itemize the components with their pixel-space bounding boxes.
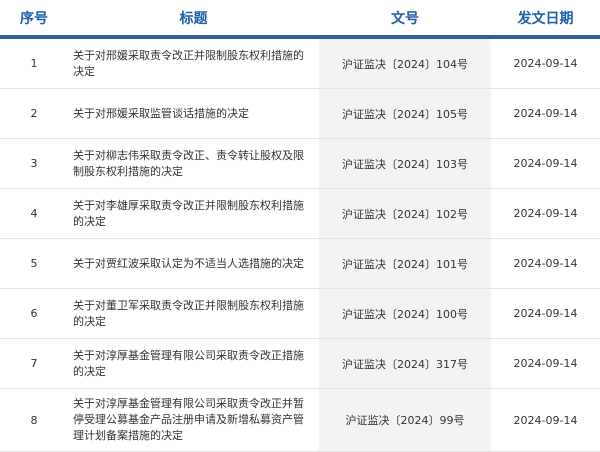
table-row: 8 关于对淳厚基金管理有限公司采取责令改正并暂停受理公募基金产品注册申请及新增私… <box>0 388 600 452</box>
table-row: 3 关于对柳志伟采取责令改正、责令转让股权及限制股东权利措施的决定 沪证监决〔2… <box>0 138 600 189</box>
header-no: 序号 <box>0 0 68 39</box>
header-doc-no: 文号 <box>319 0 491 39</box>
header-date: 发文日期 <box>491 0 600 39</box>
table-row: 5 关于对贾红波采取认定为不适当人选措施的决定 沪证监决〔2024〕101号 2… <box>0 238 600 289</box>
row-doc-no: 沪证监决〔2024〕101号 <box>319 238 491 289</box>
row-date: 2024-09-14 <box>491 188 600 239</box>
header-title: 标题 <box>68 0 319 39</box>
header-row: 序号 标题 文号 发文日期 <box>0 0 600 39</box>
row-title-link[interactable]: 关于对淳厚基金管理有限公司采取责令改正措施的决定 <box>68 338 319 389</box>
row-title-link[interactable]: 关于对邢媛采取监管谈话措施的决定 <box>68 88 319 139</box>
row-no: 1 <box>0 37 68 89</box>
row-doc-no: 沪证监决〔2024〕100号 <box>319 288 491 339</box>
row-doc-no: 沪证监决〔2024〕105号 <box>319 88 491 139</box>
row-no: 8 <box>0 388 68 452</box>
row-doc-no: 沪证监决〔2024〕104号 <box>319 37 491 89</box>
row-title-link[interactable]: 关于对邢媛采取责令改正并限制股东权利措施的决定 <box>68 37 319 89</box>
row-title-link[interactable]: 关于对李雄厚采取责令改正并限制股东权利措施的决定 <box>68 188 319 239</box>
row-doc-no: 沪证监决〔2024〕102号 <box>319 188 491 239</box>
table-row: 1 关于对邢媛采取责令改正并限制股东权利措施的决定 沪证监决〔2024〕104号… <box>0 37 600 89</box>
table-row: 2 关于对邢媛采取监管谈话措施的决定 沪证监决〔2024〕105号 2024-0… <box>0 88 600 139</box>
table-header: 序号 标题 文号 发文日期 <box>0 0 600 39</box>
row-title-link[interactable]: 关于对淳厚基金管理有限公司采取责令改正并暂停受理公募基金产品注册申请及新增私募资… <box>68 388 319 452</box>
table-row: 7 关于对淳厚基金管理有限公司采取责令改正措施的决定 沪证监决〔2024〕317… <box>0 338 600 389</box>
row-date: 2024-09-14 <box>491 88 600 139</box>
table-body: 1 关于对邢媛采取责令改正并限制股东权利措施的决定 沪证监决〔2024〕104号… <box>0 37 600 452</box>
row-date: 2024-09-14 <box>491 388 600 452</box>
documents-table: 序号 标题 文号 发文日期 1 关于对邢媛采取责令改正并限制股东权利措施的决定 … <box>0 0 600 452</box>
row-no: 7 <box>0 338 68 389</box>
row-no: 5 <box>0 238 68 289</box>
row-doc-no: 沪证监决〔2024〕99号 <box>319 388 491 452</box>
table-row: 6 关于对董卫军采取责令改正并限制股东权利措施的决定 沪证监决〔2024〕100… <box>0 288 600 339</box>
row-no: 6 <box>0 288 68 339</box>
row-doc-no: 沪证监决〔2024〕317号 <box>319 338 491 389</box>
row-title-link[interactable]: 关于对贾红波采取认定为不适当人选措施的决定 <box>68 238 319 289</box>
row-date: 2024-09-14 <box>491 288 600 339</box>
row-title-link[interactable]: 关于对柳志伟采取责令改正、责令转让股权及限制股东权利措施的决定 <box>68 138 319 189</box>
row-date: 2024-09-14 <box>491 138 600 189</box>
row-doc-no: 沪证监决〔2024〕103号 <box>319 138 491 189</box>
row-no: 4 <box>0 188 68 239</box>
row-no: 3 <box>0 138 68 189</box>
row-date: 2024-09-14 <box>491 37 600 89</box>
row-date: 2024-09-14 <box>491 338 600 389</box>
row-no: 2 <box>0 88 68 139</box>
row-title-link[interactable]: 关于对董卫军采取责令改正并限制股东权利措施的决定 <box>68 288 319 339</box>
table-row: 4 关于对李雄厚采取责令改正并限制股东权利措施的决定 沪证监决〔2024〕102… <box>0 188 600 239</box>
row-date: 2024-09-14 <box>491 238 600 289</box>
